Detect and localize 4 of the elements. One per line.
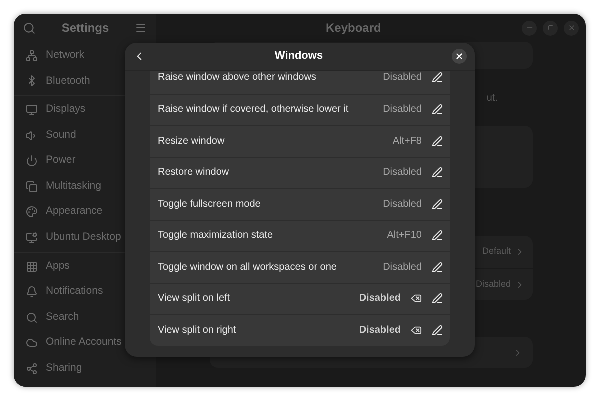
window-title: Keyboard [326, 20, 382, 37]
dialog-title: Windows [274, 49, 324, 64]
sidebar-title: Settings [62, 20, 110, 37]
description-text: ut. [486, 92, 498, 106]
